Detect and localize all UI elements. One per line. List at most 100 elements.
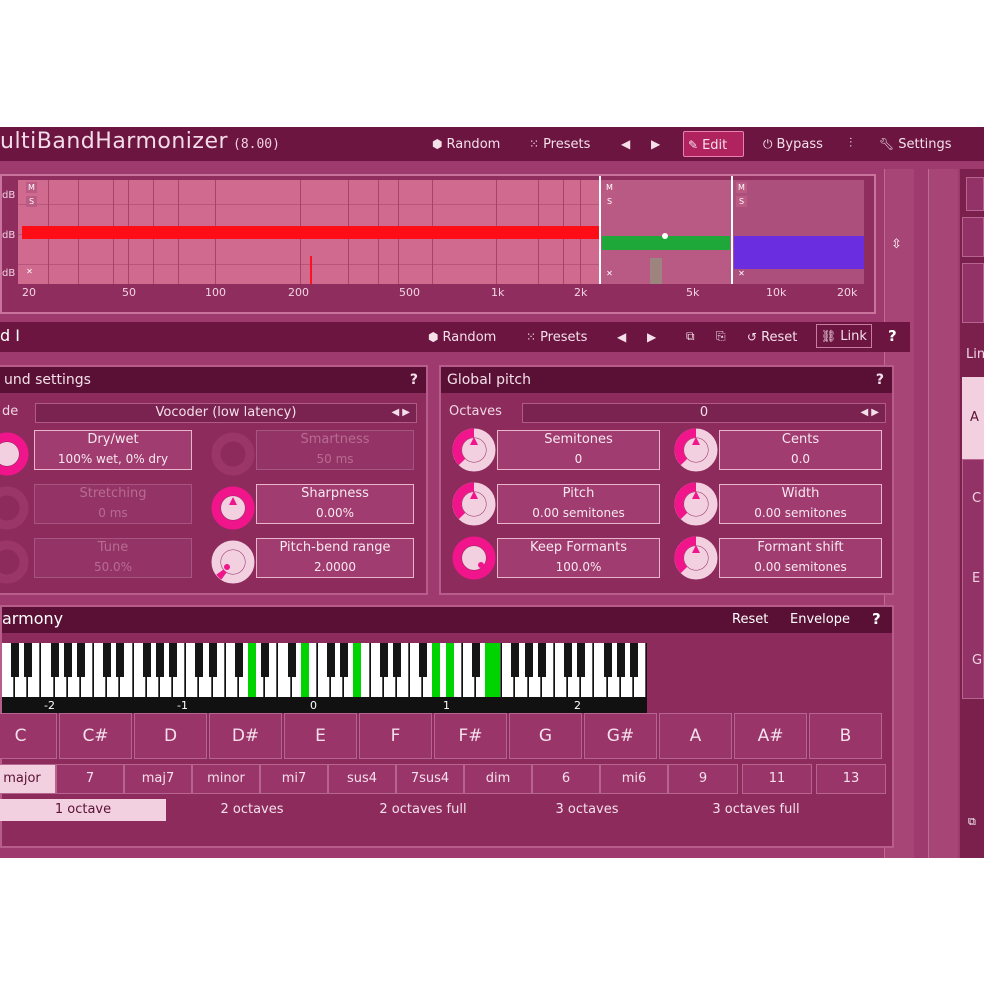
note-button[interactable]: E — [284, 713, 357, 759]
note-button[interactable]: D — [134, 713, 207, 759]
chord-button[interactable]: major — [0, 764, 56, 794]
piano-black-key[interactable] — [63, 643, 72, 677]
solo-button[interactable]: S — [604, 196, 615, 207]
piano-black-key[interactable] — [155, 643, 164, 677]
chord-button[interactable]: dim — [464, 764, 532, 794]
octave-mode-button[interactable]: 1 octave — [0, 799, 166, 821]
chord-button[interactable]: sus4 — [328, 764, 396, 794]
band-3-bar[interactable] — [734, 236, 864, 269]
solo-button[interactable]: S — [736, 196, 747, 207]
piano-black-key[interactable] — [234, 643, 243, 677]
keep-formants-control[interactable]: Keep Formants 100.0% — [497, 538, 660, 578]
chord-button[interactable]: mi7 — [260, 764, 328, 794]
piano-black-key[interactable] — [577, 643, 586, 677]
pitch-knob[interactable] — [451, 481, 497, 527]
octave-mode-button[interactable]: 3 octaves full — [666, 799, 846, 821]
sharpness-knob[interactable] — [210, 485, 256, 531]
envelope-button[interactable]: Envelope — [790, 612, 850, 627]
octaves-select[interactable]: 0 ◀ ▶ — [522, 403, 886, 423]
next-preset-arrow-icon[interactable]: ▶ — [647, 330, 656, 344]
semitones-control[interactable]: Semitones 0 — [497, 430, 660, 470]
help-icon[interactable]: ? — [888, 327, 897, 345]
settings-button[interactable]: 🔧︎ Settings — [875, 131, 956, 157]
note-button[interactable]: C# — [59, 713, 132, 759]
piano-black-key[interactable] — [340, 643, 349, 677]
chord-extension-button[interactable]: 11 — [742, 764, 812, 794]
piano-black-key[interactable] — [603, 643, 612, 677]
piano-black-key[interactable] — [511, 643, 520, 677]
width-control[interactable]: Width 0.00 semitones — [719, 484, 882, 524]
link-button[interactable]: ⛓ Link — [816, 324, 872, 348]
note-button[interactable]: C — [0, 713, 57, 759]
spectrum-plot[interactable]: M S ✕ M S ✕ M S ✕ — [18, 176, 864, 284]
note-button[interactable]: B — [809, 713, 882, 759]
chord-extension-button[interactable]: 9 — [668, 764, 738, 794]
piano-black-key[interactable] — [537, 643, 546, 677]
pitch-bend-control[interactable]: Pitch-bend range 2.0000 — [256, 538, 414, 578]
piano-black-key[interactable] — [353, 643, 362, 697]
pitch-control[interactable]: Pitch 0.00 semitones — [497, 484, 660, 524]
keep-formants-knob[interactable] — [451, 535, 497, 581]
piano-black-key[interactable] — [327, 643, 336, 677]
piano-black-key[interactable] — [142, 643, 151, 677]
cents-knob[interactable] — [673, 427, 719, 473]
sharpness-control[interactable]: Sharpness 0.00% — [256, 484, 414, 524]
note-button[interactable]: G# — [584, 713, 657, 759]
chord-button[interactable]: 7sus4 — [396, 764, 464, 794]
piano-black-key[interactable] — [629, 643, 638, 677]
piano-black-key[interactable] — [261, 643, 270, 677]
band-random-button[interactable]: ⬢ Random — [424, 324, 500, 350]
note-button[interactable]: D# — [209, 713, 282, 759]
chord-button[interactable]: 6 — [532, 764, 600, 794]
bypass-button[interactable]: ⏻ Bypass — [759, 131, 827, 157]
mute-button[interactable]: M — [26, 182, 37, 193]
formant-shift-control[interactable]: Formant shift 0.00 semitones — [719, 538, 882, 578]
close-icon[interactable]: ✕ — [604, 268, 615, 279]
octave-mode-button[interactable]: 2 octaves — [166, 799, 338, 821]
note-button[interactable]: F# — [434, 713, 507, 759]
piano-black-key[interactable] — [524, 643, 533, 677]
piano-black-key[interactable] — [287, 643, 296, 677]
dry-wet-control[interactable]: Dry/wet 100% wet, 0% dry — [34, 430, 192, 470]
piano-black-key[interactable] — [24, 643, 33, 677]
octave-mode-button[interactable]: 2 octaves full — [338, 799, 508, 821]
band-reset-button[interactable]: ↺ Reset — [743, 324, 801, 350]
piano-black-key[interactable] — [208, 643, 217, 677]
octave-mode-button[interactable]: 3 octaves — [508, 799, 666, 821]
piano-black-key[interactable] — [419, 643, 428, 677]
formant-shift-knob[interactable] — [673, 535, 719, 581]
band-2-region[interactable] — [600, 180, 732, 284]
note-button[interactable]: F — [359, 713, 432, 759]
piano-black-key[interactable] — [50, 643, 59, 677]
band-2-handle[interactable] — [662, 233, 668, 239]
piano-black-key[interactable] — [485, 643, 494, 697]
expand-icon[interactable]: ⇳ — [891, 237, 902, 252]
piano-black-key[interactable] — [392, 643, 401, 677]
presets-button[interactable]: ⁙ Presets — [525, 131, 594, 157]
next-preset-arrow-icon[interactable]: ▶ — [651, 137, 660, 151]
harmony-reset-button[interactable]: Reset — [732, 612, 768, 627]
help-icon[interactable]: ? — [872, 610, 881, 628]
width-knob[interactable] — [673, 481, 719, 527]
piano-black-key[interactable] — [116, 643, 125, 677]
piano-black-key[interactable] — [76, 643, 85, 677]
note-button[interactable]: A# — [734, 713, 807, 759]
close-icon[interactable]: ✕ — [736, 268, 747, 279]
mute-button[interactable]: M — [736, 182, 747, 193]
help-icon[interactable]: ? — [876, 367, 884, 393]
paste-icon[interactable]: ⎘ — [716, 329, 726, 344]
previous-preset-arrow-icon[interactable]: ◀ — [617, 330, 626, 344]
piano-black-key[interactable] — [616, 643, 625, 677]
piano-black-key[interactable] — [103, 643, 112, 677]
chord-button[interactable]: maj7 — [124, 764, 192, 794]
piano-black-key[interactable] — [300, 643, 309, 697]
piano-black-key[interactable] — [195, 643, 204, 677]
band-splitter[interactable] — [731, 176, 733, 284]
piano-black-key[interactable] — [432, 643, 441, 697]
chord-button[interactable]: minor — [192, 764, 260, 794]
band-splitter[interactable] — [599, 176, 601, 284]
piano-black-key[interactable] — [169, 643, 178, 677]
help-icon[interactable]: ? — [410, 367, 418, 393]
mode-select[interactable]: Vocoder (low latency) ◀ ▶ — [35, 403, 417, 423]
copy-icon[interactable]: ⧉ — [686, 329, 695, 344]
